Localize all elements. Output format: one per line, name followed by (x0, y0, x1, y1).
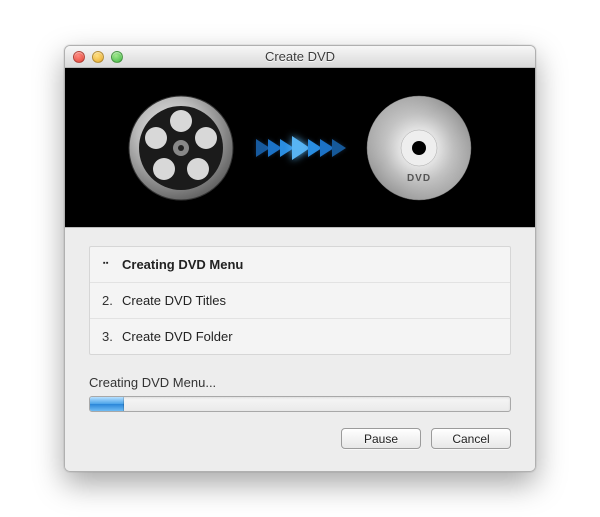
arrow-chain-icon (256, 136, 344, 160)
step-label: Create DVD Folder (122, 329, 233, 344)
steps-list: ⠒ Creating DVD Menu 2. Create DVD Titles… (89, 246, 511, 355)
step-spinner-icon: ⠒ (102, 260, 122, 270)
zoom-icon[interactable] (111, 51, 123, 63)
step-number: 3. (102, 329, 122, 344)
step-label: Create DVD Titles (122, 293, 226, 308)
button-row: Pause Cancel (89, 428, 511, 449)
dvd-disc-icon: DVD (364, 93, 474, 203)
progress-bar (89, 396, 511, 412)
status-text: Creating DVD Menu... (89, 375, 511, 390)
close-icon[interactable] (73, 51, 85, 63)
pause-button[interactable]: Pause (341, 428, 421, 449)
step-row: 3. Create DVD Folder (90, 319, 510, 354)
content-area: ⠒ Creating DVD Menu 2. Create DVD Titles… (65, 228, 535, 471)
film-reel-icon (126, 93, 236, 203)
step-label: Creating DVD Menu (122, 257, 243, 272)
disc-label: DVD (407, 173, 431, 184)
window-title: Create DVD (65, 49, 535, 64)
step-number: 2. (102, 293, 122, 308)
banner: DVD (65, 68, 535, 228)
traffic-lights (65, 51, 123, 63)
titlebar[interactable]: Create DVD (65, 46, 535, 68)
step-row: 2. Create DVD Titles (90, 283, 510, 319)
cancel-button[interactable]: Cancel (431, 428, 511, 449)
create-dvd-dialog: Create DVD (64, 45, 536, 472)
step-row: ⠒ Creating DVD Menu (90, 247, 510, 283)
minimize-icon[interactable] (92, 51, 104, 63)
progress-fill (90, 397, 124, 411)
